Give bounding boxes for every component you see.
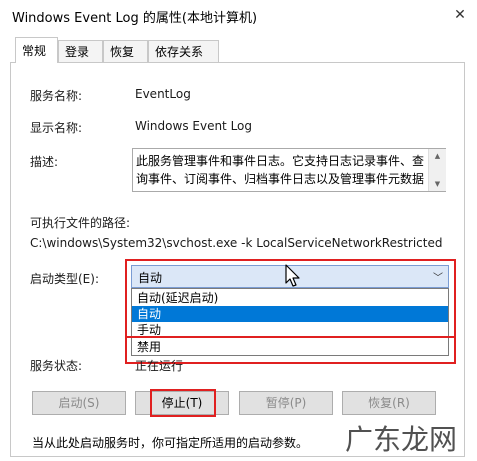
service-status-label: 服务状态: (30, 359, 83, 373)
tab-dependencies[interactable]: 依存关系 (148, 40, 219, 62)
startup-type-label: 启动类型(E): (30, 272, 99, 286)
tab-logon[interactable]: 登录 (58, 40, 103, 62)
start-button[interactable]: 启动(S) (32, 391, 126, 415)
scroll-up-icon[interactable]: ▲ (429, 149, 446, 163)
highlight-startup-type (125, 259, 456, 338)
path-value: C:\windows\System32\svchost.exe -k Local… (30, 236, 443, 250)
resume-button[interactable]: 恢复(R) (342, 391, 436, 415)
path-label: 可执行文件的路径: (30, 216, 131, 230)
tab-recovery-label: 恢复 (110, 45, 135, 59)
window-title: Windows Event Log 的属性(本地计算机) (12, 11, 258, 26)
service-name-value[interactable]: EventLog (135, 87, 191, 101)
description-label: 描述: (30, 155, 59, 169)
startup-parameter-hint: 当从此处启动服务时，你可指定所适用的启动参数。 (32, 436, 309, 450)
scroll-down-icon[interactable]: ▼ (429, 177, 446, 191)
tab-logon-label: 登录 (65, 45, 90, 59)
tab-recovery[interactable]: 恢复 (103, 40, 148, 62)
display-name-value[interactable]: Windows Event Log (135, 119, 252, 133)
description-scrollbar[interactable]: ▲ ▼ (428, 149, 446, 191)
display-name-label: 显示名称: (30, 121, 83, 135)
tab-general-label: 常规 (22, 44, 47, 58)
watermark: 广东龙网 (345, 423, 458, 456)
close-button[interactable]: ✕ (448, 4, 472, 26)
tab-dependencies-label: 依存关系 (155, 45, 204, 59)
description-text[interactable]: 此服务管理事件和事件日志。它支持日志记录事件、查询事件、订阅事件、归档事件日志以… (132, 148, 446, 192)
service-name-label: 服务名称: (30, 89, 83, 103)
close-icon: ✕ (454, 7, 466, 23)
pause-button[interactable]: 暂停(P) (239, 391, 333, 415)
highlight-stop-button (150, 389, 216, 417)
service-status-value: 正在运行 (135, 359, 184, 373)
tab-general[interactable]: 常规 (15, 37, 58, 63)
